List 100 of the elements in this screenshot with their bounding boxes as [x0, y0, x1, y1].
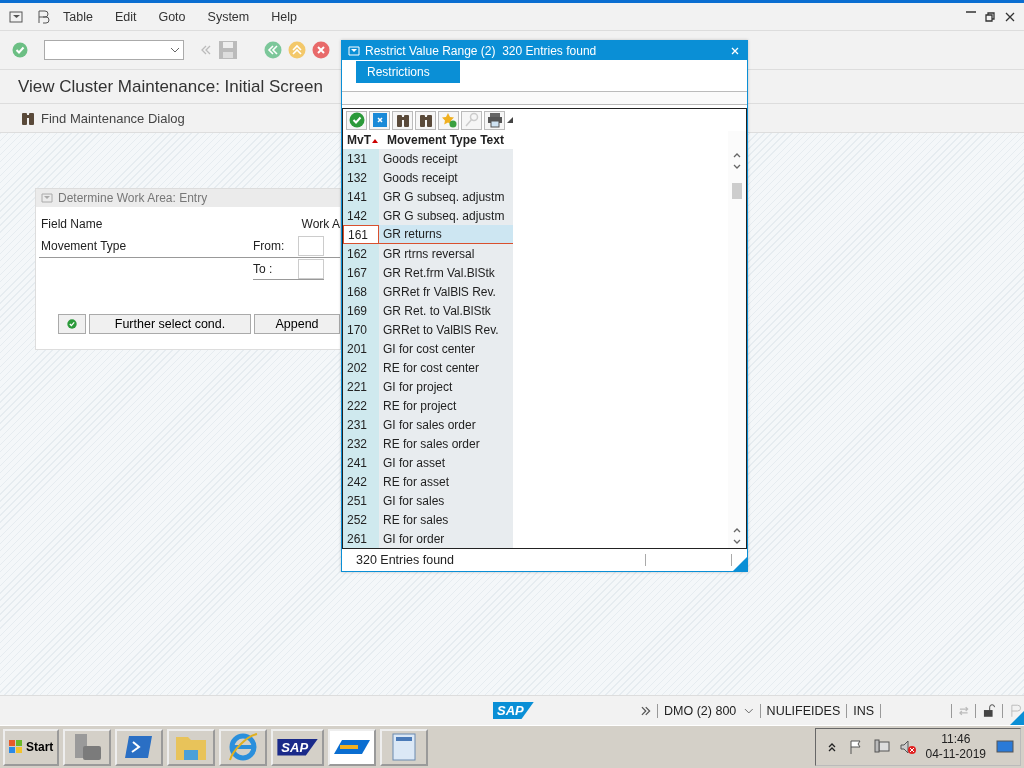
table-cell[interactable]: 132: [343, 168, 379, 187]
customize-icon: [36, 8, 52, 25]
menu-icon: [348, 44, 360, 57]
find-next-button[interactable]: [415, 110, 436, 130]
taskbar-app[interactable]: [328, 728, 377, 766]
taskbar-app[interactable]: [63, 728, 112, 766]
popup-title: Restrict Value Range (2) 320 Entries found: [365, 43, 597, 58]
table-cell[interactable]: GR Ret. to Val.BlStk: [379, 301, 513, 320]
terminal-icon: [124, 734, 155, 760]
cancel-button[interactable]: [369, 110, 390, 130]
swap-icon: [957, 704, 970, 717]
table-cell[interactable]: 202: [343, 358, 379, 377]
table-cell[interactable]: GI for order: [379, 529, 513, 548]
up-icon: [288, 41, 306, 59]
browser-icon: [227, 732, 260, 762]
table-cell[interactable]: GR Ret.frm Val.BlStk: [379, 263, 513, 282]
start-button[interactable]: Start: [3, 728, 60, 766]
table-cell[interactable]: RE for cost center: [379, 358, 513, 377]
column-header[interactable]: Movement Type Text: [383, 133, 504, 147]
command-field[interactable]: [44, 40, 184, 60]
table-cell[interactable]: 241: [343, 453, 379, 472]
table-cell[interactable]: Goods receipt: [379, 168, 513, 187]
table-cell[interactable]: GR G subseq. adjustm: [379, 206, 513, 225]
table-cell[interactable]: 169: [343, 301, 379, 320]
muted-speaker-icon: [899, 739, 916, 755]
dialog-button[interactable]: Append: [254, 314, 340, 334]
table-cell[interactable]: Goods receipt: [379, 149, 513, 168]
table-cell[interactable]: 201: [343, 339, 379, 358]
system-info[interactable]: DMO (2) 800: [664, 703, 737, 718]
taskbar-app[interactable]: [380, 728, 429, 766]
table-cell[interactable]: GRRet to ValBlS Rev.: [379, 320, 513, 339]
menu-item[interactable]: Help: [260, 9, 308, 24]
menu-item[interactable]: Table: [52, 9, 104, 24]
find-button[interactable]: [392, 110, 413, 130]
key-icon: [463, 112, 480, 128]
table-cell[interactable]: GI for sales: [379, 491, 513, 510]
find-dialog-button[interactable]: Find Maintenance Dialog: [18, 108, 187, 128]
scrollbar[interactable]: [728, 131, 746, 548]
print-button[interactable]: [484, 110, 505, 130]
table-cell[interactable]: 232: [343, 434, 379, 453]
table-cell[interactable]: 251: [343, 491, 379, 510]
table-cell[interactable]: RE for sales order: [379, 434, 513, 453]
table-cell[interactable]: 141: [343, 187, 379, 206]
dialog-button[interactable]: Further select cond.: [89, 314, 251, 334]
menu-item[interactable]: Goto: [147, 9, 197, 24]
table-cell[interactable]: GI for asset: [379, 453, 513, 472]
to-field[interactable]: [298, 258, 324, 279]
column-header: Work A: [301, 217, 340, 231]
table-cell[interactable]: RE for sales: [379, 510, 513, 529]
scroll-thumb[interactable]: [732, 183, 742, 199]
taskbar-app[interactable]: [219, 728, 268, 766]
table-cell[interactable]: 261: [343, 529, 379, 548]
sort-icon: [372, 137, 378, 143]
resize-corner[interactable]: [1010, 711, 1024, 725]
column-header: Field Name: [41, 217, 103, 231]
close-icon: [1004, 10, 1016, 23]
table-cell[interactable]: 252: [343, 510, 379, 529]
check-icon: [67, 316, 77, 332]
back-icon: [200, 44, 212, 56]
table-cell[interactable]: 231: [343, 415, 379, 434]
resize-corner[interactable]: [733, 557, 747, 571]
table-cell[interactable]: GI for sales order: [379, 415, 513, 434]
restore-icon: [984, 10, 996, 23]
table-cell[interactable]: 168: [343, 282, 379, 301]
table-cell[interactable]: GR rtrns reversal: [379, 244, 513, 263]
table-cell[interactable]: 242: [343, 472, 379, 491]
taskbar-app[interactable]: [167, 728, 216, 766]
printer-icon: [486, 112, 503, 128]
table-cell[interactable]: 142: [343, 206, 379, 225]
cancel-icon: [312, 41, 330, 59]
entries-count: 320 Entries found: [356, 553, 454, 567]
windows-logo-icon: [9, 740, 23, 754]
from-field[interactable]: [298, 236, 324, 256]
sap-logo: SAP: [277, 738, 319, 756]
table-cell[interactable]: 167: [343, 263, 379, 282]
table-cell[interactable]: GRRet fr ValBlS Rev.: [379, 282, 513, 301]
table-cell[interactable]: GR G subseq. adjustm: [379, 187, 513, 206]
table-cell[interactable]: 221: [343, 377, 379, 396]
taskbar-app[interactable]: [115, 728, 164, 766]
table-cell[interactable]: GI for cost center: [379, 339, 513, 358]
minimize-icon: [966, 10, 976, 13]
save-icon: [218, 40, 238, 60]
restrictions-tab[interactable]: Restrictions: [356, 61, 460, 83]
menu-item[interactable]: Edit: [103, 9, 148, 24]
table-cell[interactable]: GI for project: [379, 377, 513, 396]
taskbar-app[interactable]: SAP: [271, 728, 325, 766]
table-cell[interactable]: 162: [343, 244, 379, 263]
table-cell[interactable]: 170: [343, 320, 379, 339]
table-cell[interactable]: 222: [343, 396, 379, 415]
menu-item[interactable]: System: [196, 9, 261, 24]
table-cell[interactable]: RE for project: [379, 396, 513, 415]
confirm-button[interactable]: [58, 314, 86, 334]
confirm-button[interactable]: [346, 110, 367, 130]
menu-icon: [41, 192, 53, 204]
caret-down-icon: [170, 46, 180, 54]
table-cell[interactable]: GR returns: [379, 225, 513, 244]
table-cell[interactable]: RE for asset: [379, 472, 513, 491]
table-cell[interactable]: 161: [343, 225, 379, 244]
column-header[interactable]: MvT: [347, 133, 371, 147]
table-cell[interactable]: 131: [343, 149, 379, 168]
